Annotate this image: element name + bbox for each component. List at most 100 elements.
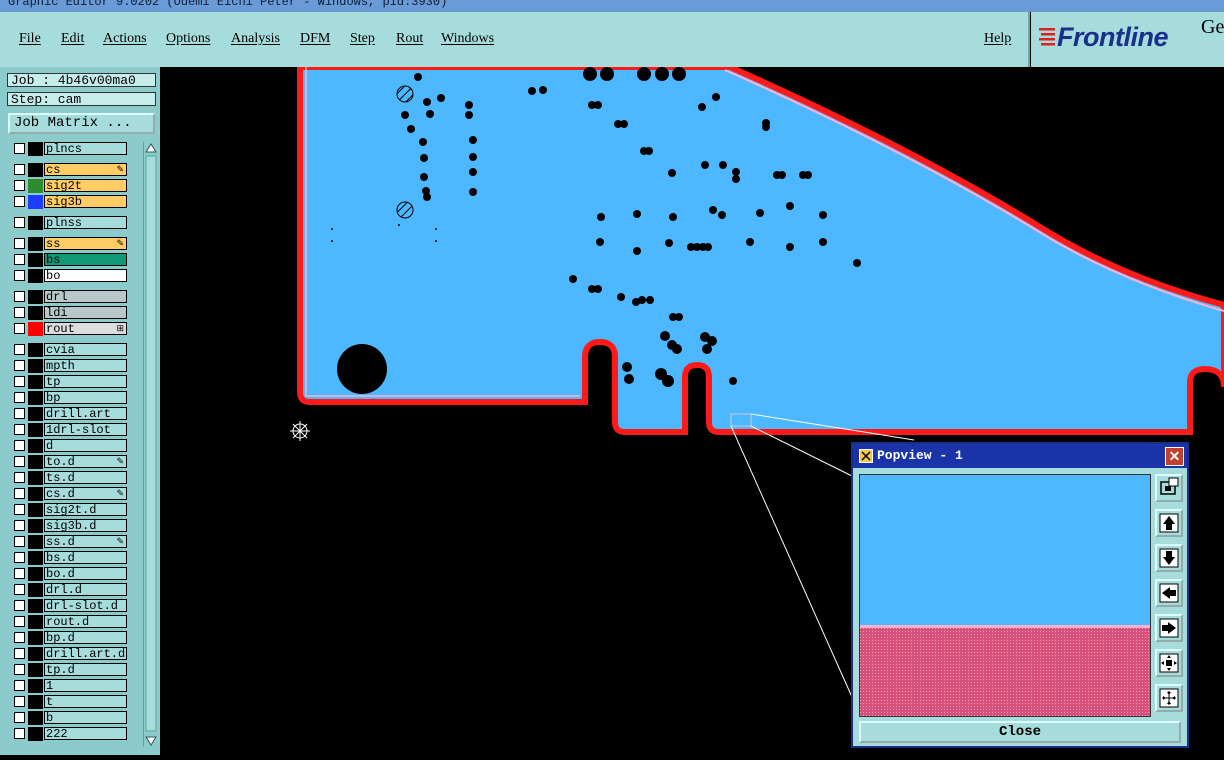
layer-row[interactable]: plncs [9, 142, 130, 156]
layer-color-swatch[interactable] [28, 322, 43, 336]
layer-name[interactable]: 1drl-slot [44, 423, 127, 436]
layer-row[interactable]: sig3b.d [9, 519, 130, 533]
layer-row[interactable]: cs.d ✎ [9, 487, 130, 501]
menu-rout[interactable]: Rout [396, 31, 423, 47]
layer-color-swatch[interactable] [28, 269, 43, 283]
layer-name[interactable]: ss.d ✎ [44, 535, 127, 548]
layer-color-swatch[interactable] [28, 535, 43, 549]
layer-checkbox[interactable] [14, 648, 25, 659]
layer-row[interactable]: drl [9, 290, 130, 304]
layer-checkbox[interactable] [14, 238, 25, 249]
layer-name[interactable]: bs.d [44, 551, 127, 564]
pan-left-button[interactable] [1155, 579, 1183, 607]
layer-checkbox[interactable] [14, 456, 25, 467]
layer-checkbox[interactable] [14, 307, 25, 318]
layer-row[interactable]: ts.d [9, 471, 130, 485]
layer-color-swatch[interactable] [28, 439, 43, 453]
layer-checkbox[interactable] [14, 568, 25, 579]
layer-checkbox[interactable] [14, 376, 25, 387]
layer-row[interactable]: mpth [9, 359, 130, 373]
menu-help[interactable]: Help [984, 31, 1011, 47]
layer-color-swatch[interactable] [28, 615, 43, 629]
layer-name[interactable]: t [44, 695, 127, 708]
layer-name[interactable]: bo.d [44, 567, 127, 580]
layer-name[interactable]: rout.d [44, 615, 127, 628]
layer-checkbox[interactable] [14, 270, 25, 281]
zoom-in-button[interactable] [1155, 649, 1183, 677]
layer-name[interactable]: 1 [44, 679, 127, 692]
layer-color-swatch[interactable] [28, 216, 43, 230]
layer-checkbox[interactable] [14, 344, 25, 355]
layer-row[interactable]: drill.art.d [9, 647, 130, 661]
layer-checkbox[interactable] [14, 584, 25, 595]
menu-step[interactable]: Step [350, 31, 375, 47]
zoom-out-button[interactable] [1155, 684, 1183, 712]
layer-row[interactable]: t [9, 695, 130, 709]
layer-checkbox[interactable] [14, 472, 25, 483]
layer-color-swatch[interactable] [28, 179, 43, 193]
layer-color-swatch[interactable] [28, 163, 43, 177]
layer-color-swatch[interactable] [28, 359, 43, 373]
layer-row[interactable]: rout ⊞ [9, 322, 130, 336]
layer-color-swatch[interactable] [28, 711, 43, 725]
layer-checkbox[interactable] [14, 392, 25, 403]
layer-checkbox[interactable] [14, 680, 25, 691]
layer-checkbox[interactable] [14, 143, 25, 154]
layer-name[interactable]: tp [44, 375, 127, 388]
pan-right-button[interactable] [1155, 614, 1183, 642]
layer-color-swatch[interactable] [28, 471, 43, 485]
layer-checkbox[interactable] [14, 360, 25, 371]
layer-color-swatch[interactable] [28, 306, 43, 320]
layer-color-swatch[interactable] [28, 647, 43, 661]
layer-name[interactable]: drl-slot.d [44, 599, 127, 612]
layer-checkbox[interactable] [14, 520, 25, 531]
layer-row[interactable]: ss ✎ [9, 237, 130, 251]
layer-name[interactable]: ts.d [44, 471, 127, 484]
layer-row[interactable]: 222 [9, 727, 130, 741]
layer-checkbox[interactable] [14, 696, 25, 707]
menu-edit[interactable]: Edit [61, 31, 84, 47]
layer-name[interactable]: cs ✎ [44, 163, 127, 176]
layer-color-swatch[interactable] [28, 407, 43, 421]
layer-checkbox[interactable] [14, 712, 25, 723]
layer-checkbox[interactable] [14, 488, 25, 499]
layer-color-swatch[interactable] [28, 237, 43, 251]
layer-row[interactable]: tp [9, 375, 130, 389]
layer-scrollbar[interactable] [143, 142, 158, 747]
layer-color-swatch[interactable] [28, 142, 43, 156]
menu-windows[interactable]: Windows [441, 31, 494, 47]
layer-name[interactable]: bs [44, 253, 127, 266]
layer-row[interactable]: 1 [9, 679, 130, 693]
layer-checkbox[interactable] [14, 323, 25, 334]
pan-up-button[interactable] [1155, 509, 1183, 537]
zoom-window-button[interactable] [1155, 474, 1183, 502]
layer-color-swatch[interactable] [28, 503, 43, 517]
layer-name[interactable]: d [44, 439, 127, 452]
layer-row[interactable]: bo [9, 269, 130, 283]
layer-row[interactable]: ss.d ✎ [9, 535, 130, 549]
layer-color-swatch[interactable] [28, 391, 43, 405]
layer-row[interactable]: d [9, 439, 130, 453]
layer-row[interactable]: sig2t.d [9, 503, 130, 517]
layer-color-swatch[interactable] [28, 455, 43, 469]
layer-checkbox[interactable] [14, 552, 25, 563]
layer-color-swatch[interactable] [28, 663, 43, 677]
layer-name[interactable]: bp.d [44, 631, 127, 644]
layer-row[interactable]: 1drl-slot [9, 423, 130, 437]
layer-color-swatch[interactable] [28, 343, 43, 357]
layer-name[interactable]: drill.art.d [44, 647, 127, 660]
layer-checkbox[interactable] [14, 536, 25, 547]
layer-row[interactable]: bs [9, 253, 130, 267]
popview-close-button[interactable]: Close [859, 721, 1181, 743]
layer-checkbox[interactable] [14, 728, 25, 739]
menu-actions[interactable]: Actions [103, 31, 147, 47]
menu-analysis[interactable]: Analysis [231, 31, 280, 47]
layer-color-swatch[interactable] [28, 423, 43, 437]
layer-name[interactable]: cs.d ✎ [44, 487, 127, 500]
layer-name[interactable]: rout ⊞ [44, 322, 127, 335]
layer-name[interactable]: mpth [44, 359, 127, 372]
layer-row[interactable]: bp [9, 391, 130, 405]
layer-name[interactable]: 222 [44, 727, 127, 740]
layer-checkbox[interactable] [14, 424, 25, 435]
layer-row[interactable]: bs.d [9, 551, 130, 565]
